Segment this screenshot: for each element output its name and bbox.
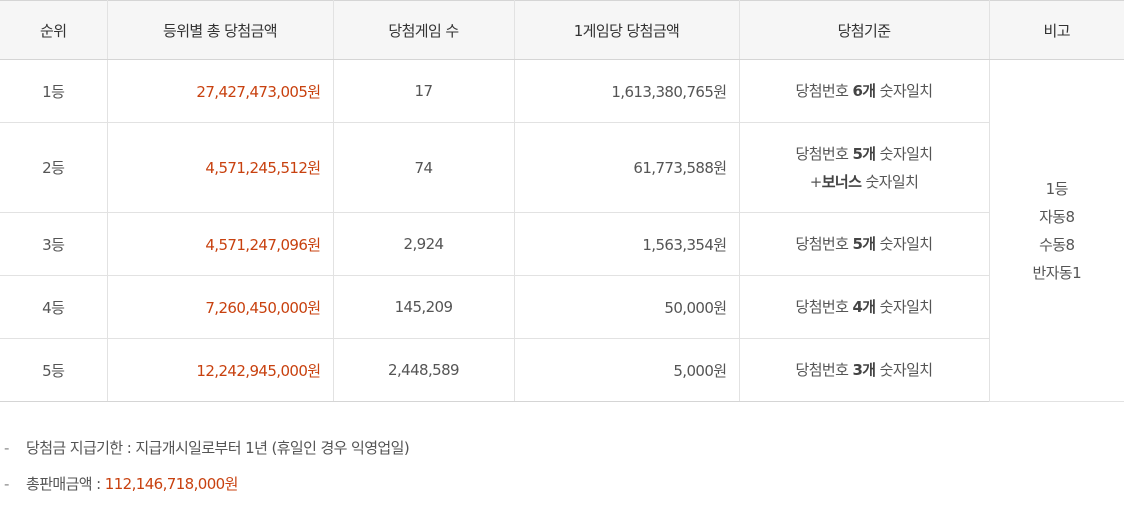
prize-per-game-cell: 1,613,380,765원 — [513, 59, 740, 123]
total-sales-value: 112,146,718,000원 — [104, 475, 239, 493]
header-total-prize: 등위별 총 당첨금액 — [106, 0, 334, 60]
total-prize-cell: 7,260,450,000원 — [106, 275, 334, 339]
winner-count-cell: 2,448,589 — [332, 338, 515, 402]
remark-line: 수동8 — [1039, 235, 1075, 254]
criteria-cell: 당첨번호 3개 숫자일치 — [738, 338, 989, 402]
table-header-row: 순위 등위별 총 당첨금액 당첨게임 수 1게임당 당첨금액 당첨기준 비고 — [0, 0, 1124, 60]
rank-cell: 4등 — [0, 275, 108, 339]
table-row: 4등 7,260,450,000원 145,209 50,000원 당첨번호 4… — [0, 275, 1124, 339]
note-payment-deadline: - 당첨금 지급기한 : 지급개시일로부터 1년 (휴일인 경우 익영업일) — [0, 436, 410, 472]
remark-cell: 1등 자동8 수동8 반자동1 — [988, 59, 1124, 402]
header-criteria: 당첨기준 — [738, 0, 990, 60]
prize-per-game-cell: 61,773,588원 — [513, 122, 740, 213]
remark-line: 자동8 — [1039, 207, 1075, 226]
criteria-cell: 당첨번호 5개 숫자일치 +보너스 숫자일치 — [738, 122, 989, 213]
total-prize-cell: 4,571,245,512원 — [106, 122, 334, 213]
winner-count-cell: 145,209 — [332, 275, 515, 339]
notes-list: - 당첨금 지급기한 : 지급개시일로부터 1년 (휴일인 경우 익영업일) -총… — [0, 436, 410, 508]
total-prize-cell: 12,242,945,000원 — [106, 338, 334, 402]
dash-bullet: - — [4, 475, 9, 493]
criteria-cell: 당첨번호 4개 숫자일치 — [738, 275, 989, 339]
remark-line: 1등 — [1045, 179, 1069, 198]
winner-count-cell: 17 — [332, 59, 515, 123]
header-rank: 순위 — [0, 0, 108, 60]
rank-cell: 5등 — [0, 338, 108, 402]
header-prize-per-game: 1게임당 당첨금액 — [513, 0, 740, 60]
total-prize-cell: 4,571,247,096원 — [106, 212, 334, 276]
winner-count-cell: 2,924 — [332, 212, 515, 276]
criteria-cell: 당첨번호 5개 숫자일치 — [738, 212, 989, 276]
prize-per-game-cell: 5,000원 — [513, 338, 740, 402]
prize-result-table: 순위 등위별 총 당첨금액 당첨게임 수 1게임당 당첨금액 당첨기준 비고 1… — [0, 0, 1124, 402]
rank-cell: 1등 — [0, 59, 108, 123]
prize-per-game-cell: 1,563,354원 — [513, 212, 740, 276]
total-prize-cell: 27,427,473,005원 — [106, 59, 334, 123]
table-row: 5등 12,242,945,000원 2,448,589 5,000원 당첨번호… — [0, 338, 1124, 402]
table-row: 2등 4,571,245,512원 74 61,773,588원 당첨번호 5개… — [0, 122, 1124, 213]
header-winner-count: 당첨게임 수 — [332, 0, 515, 60]
rank-cell: 2등 — [0, 122, 108, 213]
winner-count-cell: 74 — [332, 122, 515, 213]
dash-bullet: - — [4, 439, 9, 457]
remark-line: 반자동1 — [1032, 263, 1082, 282]
table-row: 3등 4,571,247,096원 2,924 1,563,354원 당첨번호 … — [0, 212, 1124, 276]
rank-cell: 3등 — [0, 212, 108, 276]
header-remark: 비고 — [988, 0, 1124, 60]
table-row: 1등 27,427,473,005원 17 1,613,380,765원 당첨번… — [0, 59, 1124, 402]
prize-per-game-cell: 50,000원 — [513, 275, 740, 339]
criteria-cell: 당첨번호 6개 숫자일치 — [738, 59, 990, 123]
